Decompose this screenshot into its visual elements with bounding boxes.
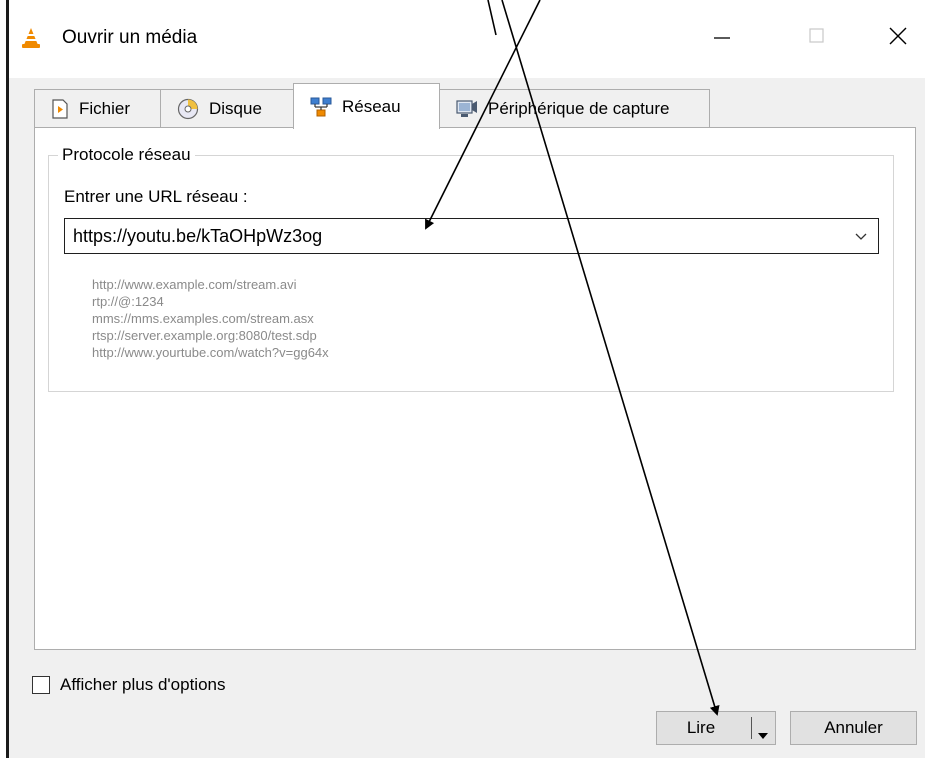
maximize-button[interactable]	[794, 20, 840, 56]
split-separator	[751, 717, 752, 739]
tab-label: Périphérique de capture	[488, 98, 670, 118]
file-play-icon	[51, 98, 69, 119]
tab-label: Fichier	[79, 98, 131, 118]
capture-device-icon	[456, 99, 478, 119]
minimize-icon	[712, 26, 732, 51]
close-icon	[887, 25, 909, 52]
example-url: mms://mms.examples.com/stream.asx	[92, 311, 314, 326]
example-url: http://www.example.com/stream.avi	[92, 277, 297, 292]
chevron-down-icon[interactable]	[854, 230, 868, 248]
show-more-options-label: Afficher plus d'options	[60, 675, 226, 694]
play-split-button[interactable]: Lire	[656, 711, 776, 745]
tab-label: Disque	[209, 98, 262, 118]
example-url: rtp://@:1234	[92, 294, 164, 309]
group-title: Protocole réseau	[58, 144, 195, 166]
minimize-button[interactable]	[699, 20, 745, 56]
show-more-options-checkbox[interactable]	[32, 676, 50, 694]
network-icon	[310, 97, 332, 117]
maximize-icon	[807, 26, 827, 51]
url-input[interactable]	[73, 223, 843, 249]
window-title: Ouvrir un média	[62, 27, 198, 48]
tab-label: Réseau	[342, 96, 401, 116]
tab-reseau[interactable]: Réseau	[293, 83, 440, 129]
url-label: Entrer une URL réseau :	[64, 187, 248, 206]
cancel-button[interactable]: Annuler	[790, 711, 917, 745]
url-combobox[interactable]	[64, 218, 879, 254]
show-more-options[interactable]: Afficher plus d'options	[32, 674, 225, 696]
tab-peripherique-capture[interactable]: Périphérique de capture	[439, 89, 710, 127]
vlc-cone-icon	[20, 27, 42, 49]
dropdown-arrow-icon[interactable]	[757, 725, 769, 745]
example-url: http://www.yourtube.com/watch?v=gg64x	[92, 345, 329, 360]
disc-icon	[177, 98, 199, 120]
close-button[interactable]	[875, 20, 921, 56]
tab-fichier[interactable]: Fichier	[34, 89, 161, 127]
tab-disque[interactable]: Disque	[160, 89, 294, 127]
play-button-label[interactable]: Lire	[657, 718, 745, 738]
example-url: rtsp://server.example.org:8080/test.sdp	[92, 328, 317, 343]
screen: Ouvrir un média Fichier Disque Réseau Pé…	[0, 0, 925, 758]
url-examples: http://www.example.com/stream.avi rtp://…	[92, 276, 329, 361]
